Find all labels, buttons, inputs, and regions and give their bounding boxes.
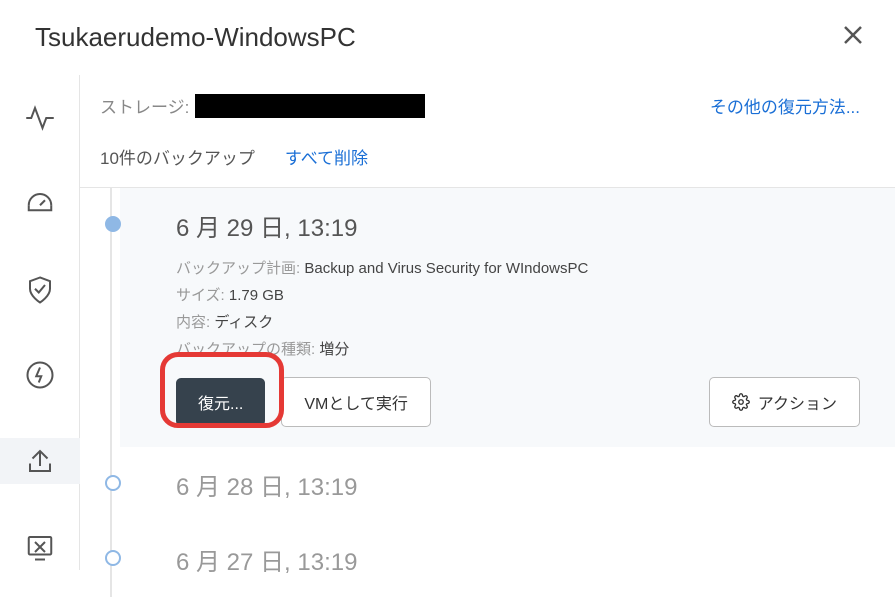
plan-label: バックアップ計画: <box>176 260 300 277</box>
type-label: バックアップの種類: <box>176 341 315 358</box>
gauge-icon <box>25 189 55 219</box>
plan-value: Backup and Virus Security for WIndowsPC <box>304 260 588 277</box>
close-icon[interactable] <box>841 23 865 52</box>
bolt-circle-icon <box>25 360 55 390</box>
sidebar-item-power[interactable] <box>0 352 80 398</box>
type-value: 増分 <box>319 341 349 358</box>
sidebar-item-security[interactable] <box>0 267 80 313</box>
activity-icon <box>25 103 55 133</box>
sidebar-item-dashboard[interactable] <box>0 181 80 227</box>
sidebar-item-restore[interactable] <box>0 438 80 484</box>
restore-up-icon <box>25 446 55 476</box>
backup-entry[interactable]: 6 月 29 日, 13:19 バックアップ計画: Backup and Vir… <box>120 188 895 447</box>
page-title: Tsukaerudemo-WindowsPC <box>35 22 356 53</box>
sidebar-item-remote[interactable] <box>0 524 80 570</box>
backup-date: 6 月 27 日, 13:19 <box>176 542 860 577</box>
size-label: サイズ: <box>176 287 225 304</box>
sidebar <box>0 75 80 570</box>
sidebar-item-activity[interactable] <box>0 95 80 141</box>
content-label: 内容: <box>176 314 210 331</box>
delete-all-link[interactable]: すべて削除 <box>285 144 368 169</box>
size-value: 1.79 GB <box>229 287 284 304</box>
content-value: ディスク <box>214 314 273 331</box>
backup-entry[interactable]: 6 月 27 日, 13:19 <box>120 522 895 597</box>
gear-icon <box>732 393 750 411</box>
remote-desktop-icon <box>25 532 55 562</box>
backup-date: 6 月 29 日, 13:19 <box>176 208 860 243</box>
restore-button[interactable]: 復元... <box>176 378 265 426</box>
storage-value-redacted <box>195 94 425 118</box>
other-restore-link[interactable]: その他の復元方法... <box>710 93 860 118</box>
backups-count: 10件のバックアップ <box>100 144 255 169</box>
action-button[interactable]: アクション <box>709 377 860 427</box>
shield-check-icon <box>25 275 55 305</box>
backup-timeline: 6 月 29 日, 13:19 バックアップ計画: Backup and Vir… <box>80 188 895 597</box>
backup-date: 6 月 28 日, 13:19 <box>176 467 860 502</box>
run-as-vm-button[interactable]: VMとして実行 <box>281 377 431 427</box>
storage-label: ストレージ: <box>100 93 425 118</box>
main-panel: ストレージ: その他の復元方法... 10件のバックアップ すべて削除 6 月 … <box>80 75 895 570</box>
backup-entry[interactable]: 6 月 28 日, 13:19 <box>120 447 895 522</box>
